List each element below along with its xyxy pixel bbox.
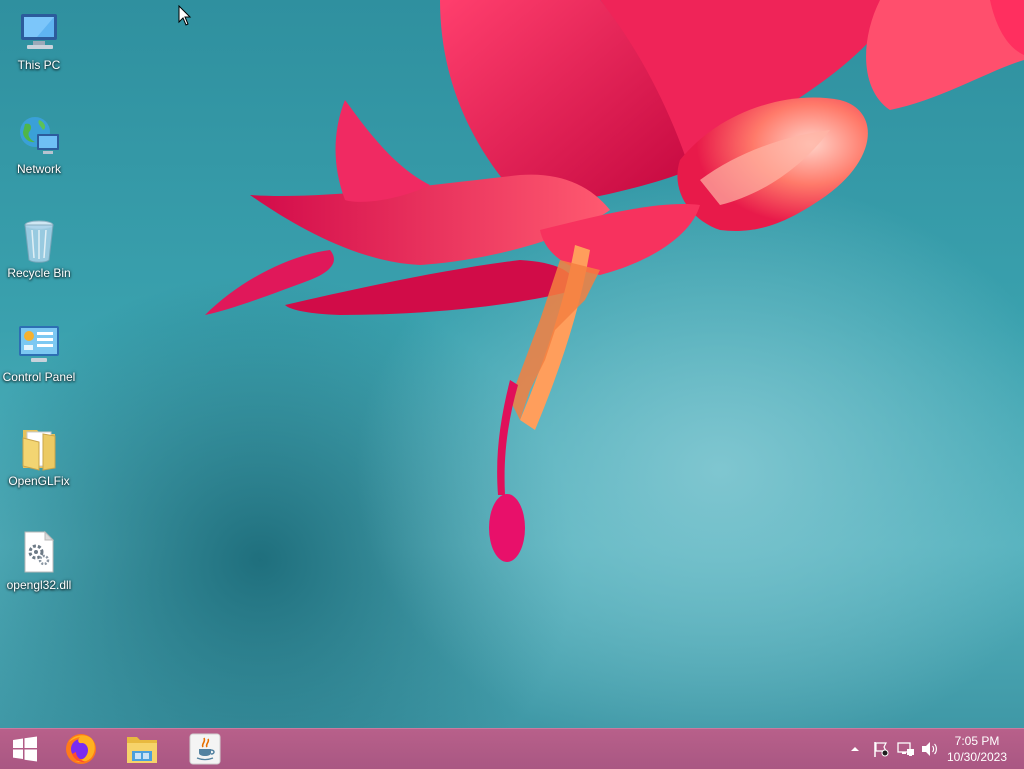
desktop-icon-label: opengl32.dll bbox=[6, 578, 72, 592]
start-button[interactable] bbox=[0, 729, 50, 769]
desktop-icon-recycle-bin[interactable]: Recycle Bin bbox=[0, 208, 78, 280]
volume-icon bbox=[922, 742, 937, 756]
action-center-flag-button[interactable] bbox=[872, 729, 890, 769]
firefox-icon bbox=[66, 734, 96, 764]
clock-date: 10/30/2023 bbox=[946, 750, 1008, 764]
mouse-pointer-icon bbox=[178, 5, 192, 26]
desktop-icon-label: This PC bbox=[17, 58, 61, 72]
wallpaper-flower-image bbox=[205, 0, 1024, 562]
windows-logo-icon bbox=[13, 736, 37, 762]
network-status-button[interactable] bbox=[896, 729, 916, 769]
volume-button[interactable] bbox=[920, 729, 940, 769]
java-icon bbox=[189, 733, 221, 765]
network-icon bbox=[15, 112, 63, 160]
desktop-icon-this-pc[interactable]: This PC bbox=[0, 0, 78, 72]
desktop-icon-label: Recycle Bin bbox=[7, 266, 71, 280]
taskbar-file-explorer-button[interactable] bbox=[114, 729, 170, 769]
network-status-icon bbox=[897, 742, 914, 756]
dll-file-icon bbox=[15, 528, 63, 576]
folder-icon bbox=[15, 424, 63, 472]
show-hidden-icons-button[interactable] bbox=[848, 729, 862, 769]
desktop-icon-network[interactable]: Network bbox=[0, 104, 78, 176]
taskbar-java-button[interactable] bbox=[177, 729, 233, 769]
flag-icon bbox=[874, 742, 889, 757]
file-explorer-icon bbox=[127, 737, 157, 763]
desktop-icon-control-panel[interactable]: Control Panel bbox=[0, 312, 78, 384]
chevron-up-icon bbox=[851, 747, 859, 751]
desktop-icon-label: Control Panel bbox=[2, 370, 76, 384]
recycle-bin-icon bbox=[15, 216, 63, 264]
taskbar: 7:05 PM 10/30/2023 bbox=[0, 728, 1024, 769]
desktop-icon-label: OpenGLFix bbox=[8, 474, 70, 488]
clock-time: 7:05 PM bbox=[954, 734, 1000, 748]
desktop-icon-openglfix[interactable]: OpenGLFix bbox=[0, 416, 78, 488]
taskbar-firefox-button[interactable] bbox=[53, 729, 109, 769]
computer-icon bbox=[15, 8, 63, 56]
desktop-icon-label: Network bbox=[16, 162, 61, 176]
desktop-icon-opengl32-dll[interactable]: opengl32.dll bbox=[0, 520, 78, 592]
taskbar-clock[interactable]: 7:05 PM 10/30/2023 bbox=[942, 733, 1012, 765]
control-panel-icon bbox=[15, 320, 63, 368]
